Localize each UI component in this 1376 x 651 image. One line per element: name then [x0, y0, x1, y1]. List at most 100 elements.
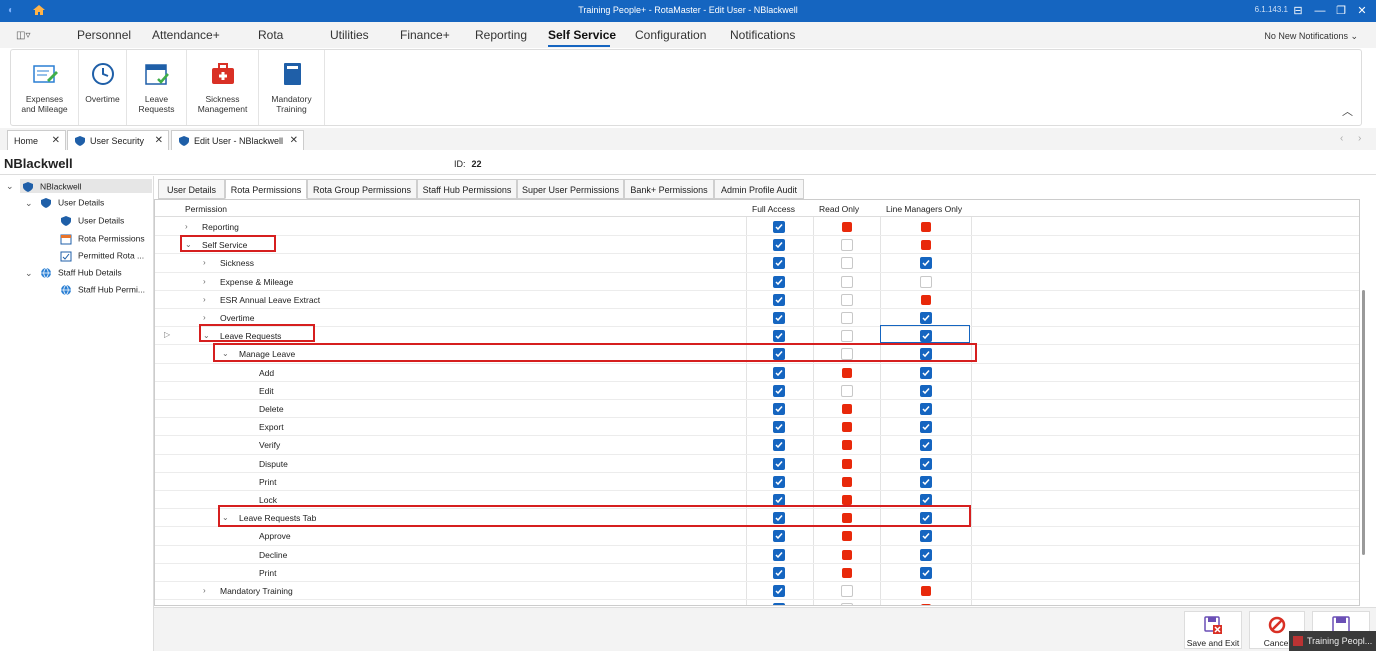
tree-user-details[interactable]: User Details: [40, 197, 104, 209]
column-permission[interactable]: Permission: [185, 204, 227, 214]
chevron-right-icon[interactable]: ›: [203, 313, 206, 322]
table-row[interactable]: › ESR Annual Leave Extract: [155, 291, 1359, 309]
table-row[interactable]: Decline: [155, 546, 1359, 564]
menu-self-service[interactable]: Self Service: [548, 28, 616, 42]
tab-staff-hub-permissions[interactable]: Staff Hub Permissions: [417, 179, 517, 199]
quick-access-icon[interactable]: ◫▿: [16, 30, 30, 41]
menu-finance[interactable]: Finance+: [400, 28, 450, 42]
read-only-checkbox[interactable]: [842, 404, 852, 414]
line-managers-checkbox[interactable]: [920, 275, 932, 288]
menu-utilities[interactable]: Utilities: [330, 28, 369, 42]
table-row[interactable]: › Expense & Mileage: [155, 273, 1359, 291]
chevron-right-icon[interactable]: ›: [185, 604, 188, 605]
menu-attendance[interactable]: Attendance+: [152, 28, 220, 42]
read-only-checkbox[interactable]: [841, 585, 853, 597]
line-managers-checkbox[interactable]: [920, 257, 932, 270]
leave-requests-button[interactable]: Leave Requests: [127, 50, 187, 125]
save-and-exit-button[interactable]: Save and Exit: [1184, 611, 1242, 649]
line-managers-checkbox[interactable]: [920, 530, 932, 543]
read-only-checkbox[interactable]: [842, 367, 852, 378]
expenses-button[interactable]: Expenses and Mileage: [11, 50, 79, 125]
restore-panel-icon[interactable]: ⊟: [1290, 3, 1306, 19]
minimize-button[interactable]: —: [1312, 3, 1328, 19]
line-managers-checkbox[interactable]: [920, 421, 932, 434]
line-managers-checkbox[interactable]: [921, 222, 931, 232]
read-only-checkbox[interactable]: [841, 275, 853, 288]
vertical-scrollbar[interactable]: [1362, 290, 1365, 555]
mandatory-training-button[interactable]: Mandatory Training: [259, 50, 325, 125]
table-row[interactable]: › Configuration: [155, 600, 1359, 605]
tree-permitted-rota[interactable]: Permitted Rota ...: [60, 250, 144, 262]
close-tab-icon[interactable]: ✕: [155, 135, 163, 146]
tab-home[interactable]: Home ✕: [7, 130, 66, 150]
full-access-checkbox[interactable]: [773, 475, 785, 488]
column-full-access[interactable]: Full Access: [752, 204, 795, 214]
tab-user-security[interactable]: User Security ✕: [67, 130, 169, 150]
line-managers-checkbox[interactable]: [920, 439, 932, 452]
maximize-button[interactable]: ❐: [1333, 3, 1349, 19]
collapse-ribbon-icon[interactable]: ︿: [1342, 103, 1353, 119]
tab-scroll-left-icon[interactable]: ‹: [1340, 133, 1343, 144]
read-only-checkbox[interactable]: [842, 458, 852, 469]
full-access-checkbox[interactable]: [773, 239, 785, 252]
menu-reporting[interactable]: Reporting: [475, 28, 527, 42]
line-managers-checkbox[interactable]: [921, 294, 931, 305]
chevron-right-icon[interactable]: ›: [203, 277, 206, 286]
read-only-checkbox[interactable]: [842, 440, 852, 451]
table-row[interactable]: › Overtime: [155, 309, 1359, 328]
table-row[interactable]: Export: [155, 418, 1359, 437]
full-access-checkbox[interactable]: [773, 384, 785, 397]
read-only-checkbox[interactable]: [841, 312, 853, 324]
table-row[interactable]: ⌄ Self Service: [155, 236, 1359, 255]
line-managers-checkbox[interactable]: [920, 403, 932, 415]
tab-scroll-right-icon[interactable]: ›: [1358, 133, 1361, 144]
table-row[interactable]: Delete: [155, 400, 1359, 419]
table-row[interactable]: Print: [155, 564, 1359, 582]
close-tab-icon[interactable]: ✕: [52, 135, 60, 146]
table-row[interactable]: Edit: [155, 382, 1359, 400]
full-access-checkbox[interactable]: [773, 603, 785, 605]
close-tab-icon[interactable]: ✕: [290, 135, 298, 146]
full-access-checkbox[interactable]: [773, 221, 785, 233]
table-row[interactable]: Approve: [155, 527, 1359, 546]
full-access-checkbox[interactable]: [773, 548, 785, 561]
menu-personnel[interactable]: Personnel: [77, 28, 131, 42]
full-access-checkbox[interactable]: [773, 403, 785, 415]
tree-root[interactable]: NBlackwell: [20, 179, 152, 193]
line-managers-checkbox[interactable]: [920, 384, 932, 397]
chevron-down-icon[interactable]: ⌄: [6, 181, 14, 192]
read-only-checkbox[interactable]: [842, 549, 852, 560]
full-access-checkbox[interactable]: [773, 293, 785, 306]
read-only-checkbox[interactable]: [841, 239, 853, 252]
line-managers-checkbox[interactable]: [921, 586, 931, 596]
line-managers-checkbox[interactable]: [921, 240, 931, 251]
read-only-checkbox[interactable]: [842, 495, 852, 505]
read-only-checkbox[interactable]: [842, 422, 852, 433]
full-access-checkbox[interactable]: [773, 457, 785, 470]
table-row[interactable]: Add: [155, 364, 1359, 382]
full-access-checkbox[interactable]: [773, 421, 785, 434]
read-only-checkbox[interactable]: [841, 603, 853, 605]
read-only-checkbox[interactable]: [842, 531, 852, 542]
table-row[interactable]: › Mandatory Training: [155, 582, 1359, 601]
line-managers-checkbox[interactable]: [920, 475, 932, 488]
menu-notifications[interactable]: Notifications: [730, 28, 795, 42]
table-row[interactable]: Print: [155, 473, 1359, 491]
full-access-checkbox[interactable]: [773, 330, 785, 343]
table-row[interactable]: Verify: [155, 436, 1359, 455]
notifications-dropdown[interactable]: No New Notifications ⌄: [1264, 31, 1358, 42]
table-row[interactable]: › Reporting: [155, 218, 1359, 237]
full-access-checkbox[interactable]: [773, 439, 785, 452]
line-managers-checkbox[interactable]: [920, 548, 932, 561]
table-row[interactable]: › Sickness: [155, 254, 1359, 273]
tree-rota-permissions[interactable]: Rota Permissions: [60, 233, 145, 245]
focused-cell[interactable]: [880, 325, 970, 343]
full-access-checkbox[interactable]: [773, 530, 785, 543]
chevron-right-icon[interactable]: ›: [203, 586, 206, 595]
chevron-right-icon[interactable]: ›: [203, 295, 206, 304]
chevron-down-icon[interactable]: ⌄: [25, 198, 33, 209]
full-access-checkbox[interactable]: [773, 275, 785, 288]
read-only-checkbox[interactable]: [841, 384, 853, 397]
line-managers-checkbox[interactable]: [920, 457, 932, 470]
tab-bank-permissions[interactable]: Bank+ Permissions: [624, 179, 714, 199]
